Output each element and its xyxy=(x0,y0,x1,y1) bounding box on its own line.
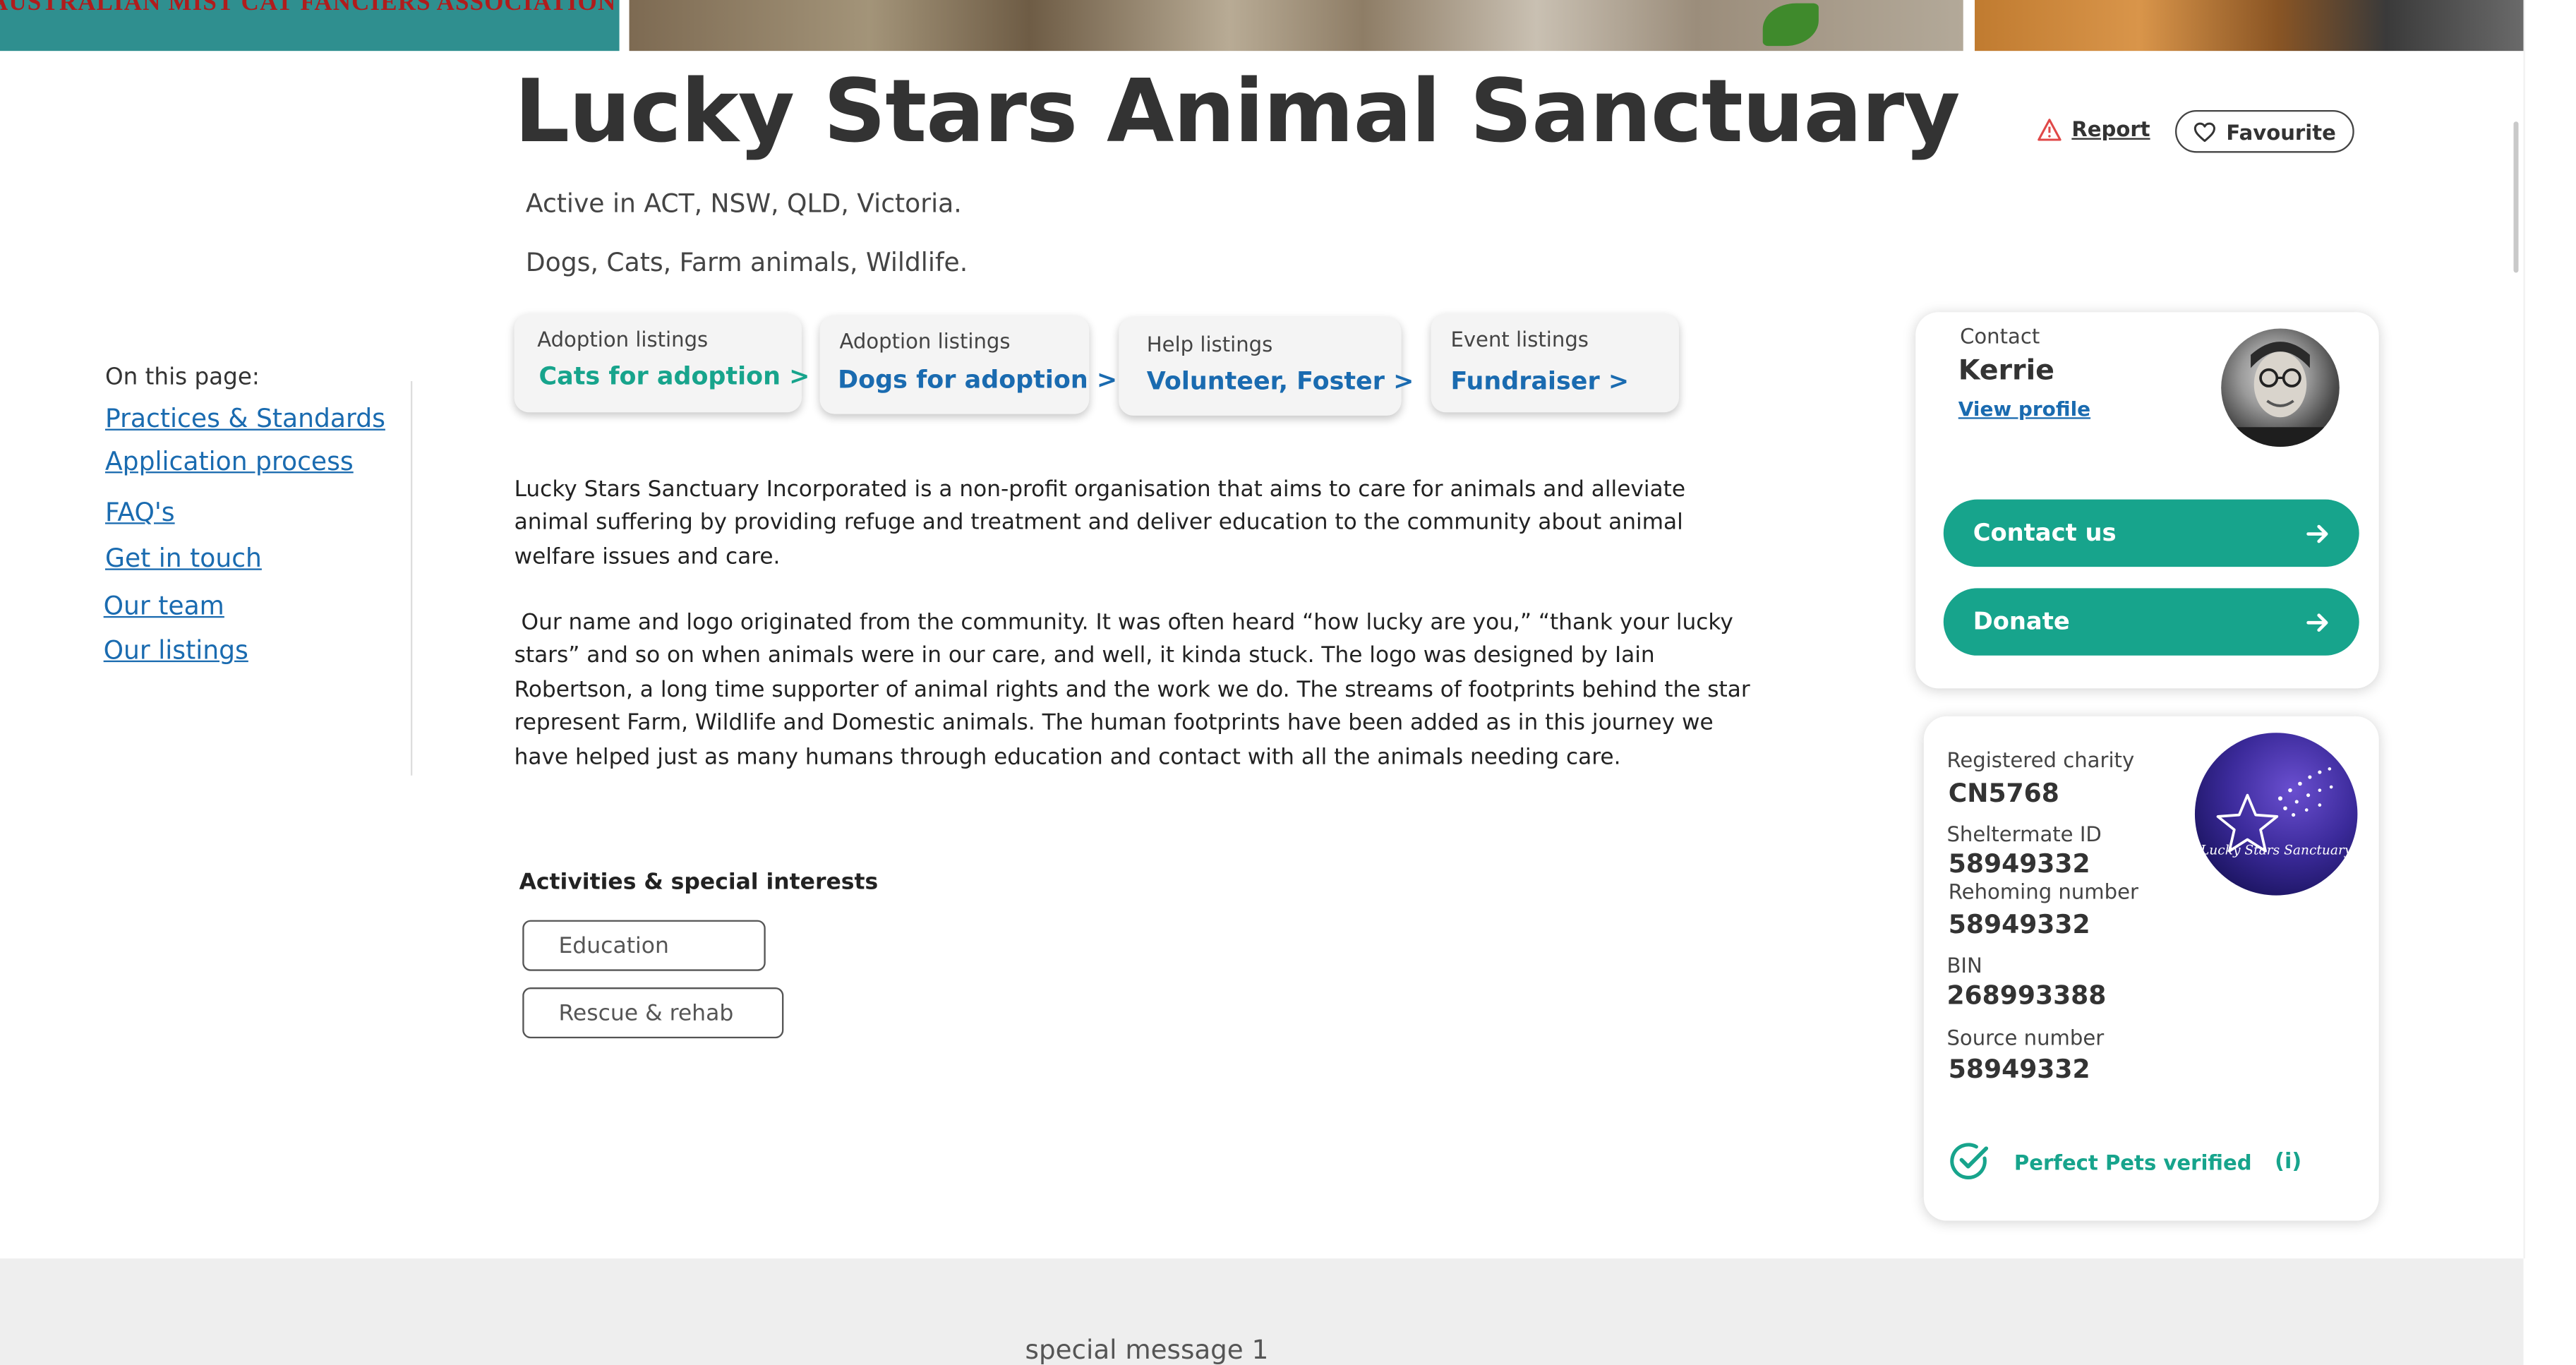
nav-link-faqs[interactable]: FAQ's xyxy=(105,498,175,527)
check-circle-icon xyxy=(1950,1143,1989,1179)
registered-charity-value: CN5768 xyxy=(1948,778,2059,809)
person-photo-icon xyxy=(2221,342,2340,447)
report-label: Report xyxy=(2071,116,2150,142)
registered-charity-label: Registered charity xyxy=(1946,747,2135,773)
activities-heading: Activities & special interests xyxy=(519,869,879,896)
scrollbar-thumb[interactable] xyxy=(2513,121,2519,273)
listing-label: Event listings xyxy=(1450,327,1589,352)
association-banner[interactable]: AUSTRALIAN MIST CAT FANCIERS ASSOCIATION… xyxy=(0,0,620,52)
contact-us-label: Contact us xyxy=(1973,519,2117,546)
about-paragraph: Our name and logo originated from the co… xyxy=(514,611,1757,770)
sheltermate-label: Sheltermate ID xyxy=(1946,821,2102,846)
arrow-right-icon xyxy=(2306,613,2328,631)
rehoming-value: 58949332 xyxy=(1948,910,2090,940)
bin-value: 268993388 xyxy=(1946,980,2107,1011)
donate-button[interactable]: Donate xyxy=(1943,588,2359,656)
nav-divider xyxy=(410,381,413,776)
heart-icon xyxy=(2194,121,2216,141)
animal-types: Dogs, Cats, Farm animals, Wildlife. xyxy=(525,248,968,278)
listing-value: Volunteer, Foster > xyxy=(1146,366,1414,396)
contact-label: Contact xyxy=(1960,323,2040,349)
view-profile-link[interactable]: View profile xyxy=(1958,397,2090,421)
listing-card-events[interactable]: Event listings Fundraiser > xyxy=(1431,313,1680,413)
info-icon[interactable]: (i) xyxy=(2275,1149,2301,1174)
logo-text: Lucky Stars Sanctuary xyxy=(2200,843,2352,858)
contact-name: Kerrie xyxy=(1958,354,2054,388)
listing-card-help[interactable]: Help listings Volunteer, Foster > xyxy=(1119,317,1414,416)
rehoming-label: Rehoming number xyxy=(1948,879,2138,904)
nav-link-practices[interactable]: Practices & Standards xyxy=(105,404,385,434)
listing-label: Adoption listings xyxy=(839,328,1011,354)
nav-link-get-in-touch[interactable]: Get in touch xyxy=(105,544,262,574)
avatar[interactable] xyxy=(2221,328,2340,447)
arrow-right-icon xyxy=(2306,524,2328,543)
sheltermate-value: 58949332 xyxy=(1948,849,2090,879)
sanctuary-logo xyxy=(2194,733,2358,896)
verified-badge[interactable]: Perfect Pets verified (i) xyxy=(1949,1140,2301,1183)
listing-value: Cats for adoption > xyxy=(538,361,810,392)
activity-tag: Education xyxy=(522,920,766,971)
listing-value: Fundraiser > xyxy=(1450,366,1630,396)
listing-label: Help listings xyxy=(1146,332,1273,357)
banner-photo xyxy=(1975,0,2524,52)
star-logo-icon xyxy=(2216,767,2333,853)
banner-photo xyxy=(629,0,1963,52)
donate-label: Donate xyxy=(1973,608,2070,635)
association-banner-text: AUSTRALIAN MIST CAT FANCIERS ASSOCIATION… xyxy=(0,0,620,17)
active-regions: Active in ACT, NSW, QLD, Victoria. xyxy=(525,188,962,219)
page-title: Lucky Stars Animal Sanctuary xyxy=(514,62,1961,163)
favourite-label: Favourite xyxy=(2226,119,2336,144)
favourite-button[interactable]: Favourite xyxy=(2175,109,2354,153)
on-this-page-heading: On this page: xyxy=(104,364,260,392)
warning-icon xyxy=(2038,118,2062,140)
nav-link-application[interactable]: Application process xyxy=(105,447,354,476)
bin-label: BIN xyxy=(1946,953,1982,978)
source-number-value: 58949332 xyxy=(1948,1054,2090,1085)
listing-value: Dogs for adoption > xyxy=(838,364,1118,395)
listing-card-dogs[interactable]: Adoption listings Dogs for adoption > xyxy=(819,315,1117,414)
activity-tag: Rescue & rehab xyxy=(522,987,784,1039)
verified-label: Perfect Pets verified xyxy=(2014,1149,2252,1174)
special-message: special message 1 xyxy=(1025,1334,1269,1365)
report-link[interactable]: Report xyxy=(2037,116,2150,141)
nav-link-our-team[interactable]: Our team xyxy=(104,591,224,621)
source-number-label: Source number xyxy=(1946,1025,2105,1050)
scrollbar-track[interactable] xyxy=(2523,0,2576,1259)
about-paragraph: Lucky Stars Sanctuary Incorporated is a … xyxy=(514,478,1686,570)
listing-label: Adoption listings xyxy=(537,327,709,352)
contact-us-button[interactable]: Contact us xyxy=(1943,499,2359,567)
listing-card-cats[interactable]: Adoption listings Cats for adoption > xyxy=(514,313,809,413)
nav-link-our-listings[interactable]: Our listings xyxy=(104,636,248,666)
